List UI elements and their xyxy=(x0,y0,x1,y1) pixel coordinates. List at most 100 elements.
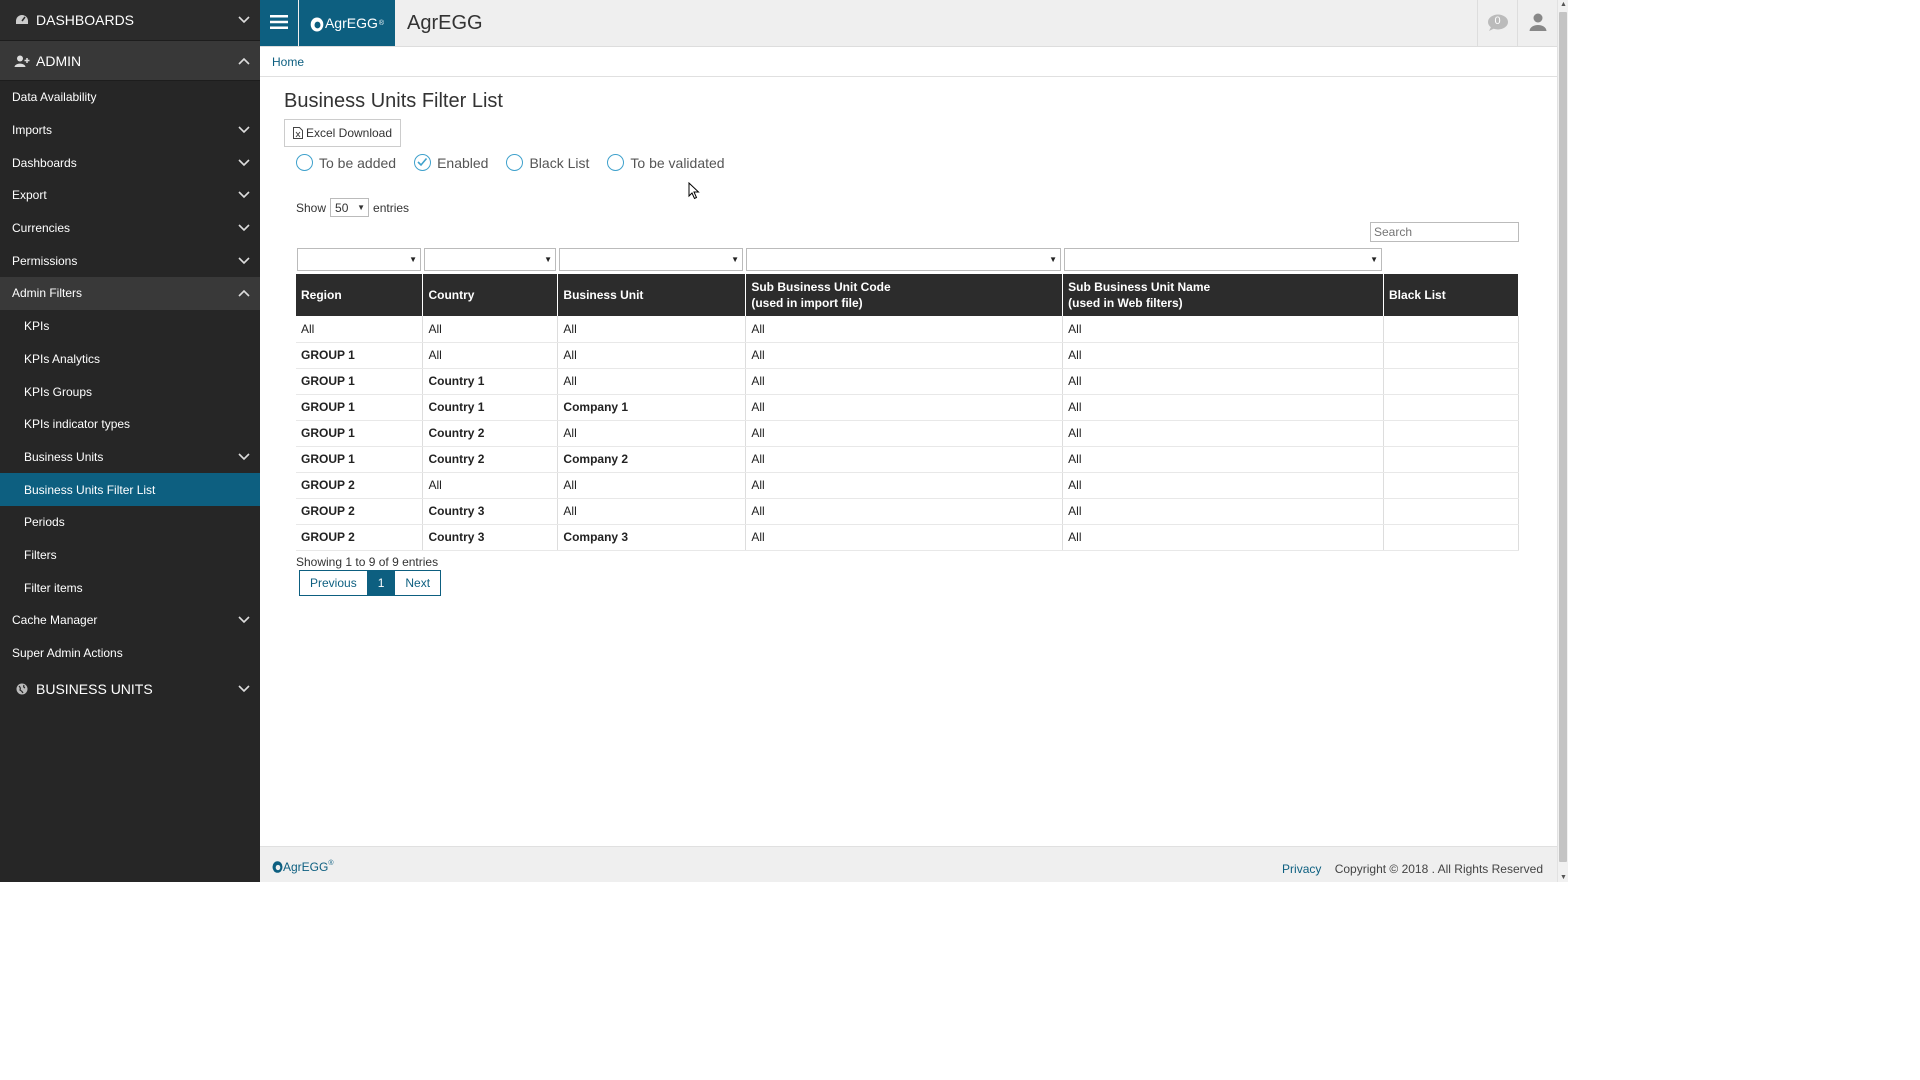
cell-sub-bu-name: All xyxy=(1062,524,1385,551)
logo[interactable]: AgrEGG ® xyxy=(299,0,395,46)
radio-black-list[interactable]: Black List xyxy=(506,154,589,171)
header-label: Black List xyxy=(1389,288,1446,302)
sidebar-section-business-units[interactable]: BUSINESS UNITS xyxy=(0,669,260,710)
search-input[interactable] xyxy=(1370,222,1519,242)
cell-region: GROUP 1 xyxy=(296,420,424,447)
sidebar-section-dashboards[interactable]: DASHBOARDS xyxy=(0,0,260,41)
sidebar-item-kpis-groups[interactable]: KPIs Groups xyxy=(0,375,260,408)
table-row[interactable]: GROUP 2 Country 3 All All All xyxy=(296,498,1519,525)
user-menu-button[interactable] xyxy=(1517,0,1557,46)
cell-business-unit: All xyxy=(557,368,747,395)
column-header-black-list[interactable]: Black List xyxy=(1383,274,1519,316)
footer-logo[interactable]: AgrEGG® xyxy=(272,860,334,876)
sidebar-item-super-admin-actions[interactable]: Super Admin Actions xyxy=(0,637,260,670)
logo-text: AgrEGG xyxy=(324,15,378,31)
scrollbar-thumb[interactable] xyxy=(1559,12,1567,862)
excel-download-button[interactable]: Excel Download xyxy=(284,119,401,147)
scroll-up-arrow-icon[interactable]: ▲ xyxy=(1560,1,1567,8)
column-header-business-unit[interactable]: Business Unit xyxy=(557,274,747,316)
table-row[interactable]: GROUP 1 Country 2 Company 2 All All xyxy=(296,446,1519,473)
radio-circle[interactable] xyxy=(296,154,313,171)
scroll-down-arrow-icon[interactable]: ▼ xyxy=(1560,874,1567,881)
sidebar-item-dashboards[interactable]: Dashboards xyxy=(0,146,260,179)
sidebar-item-label: Filters xyxy=(24,547,57,562)
breadcrumb-home[interactable]: Home xyxy=(272,55,304,69)
sidebar-item-kpis-analytics[interactable]: KPIs Analytics xyxy=(0,343,260,376)
table-row[interactable]: GROUP 1 Country 1 Company 1 All All xyxy=(296,394,1519,421)
sidebar-item-admin-filters[interactable]: Admin Filters xyxy=(0,277,260,310)
sidebar-item-label: Business Units xyxy=(24,449,104,464)
radio-label: To be validated xyxy=(630,154,725,171)
entries-select[interactable]: 50 ▼ xyxy=(330,198,370,217)
sub-bu-code-filter-select[interactable]: ▼ xyxy=(746,248,1061,271)
egg-icon xyxy=(310,15,324,32)
sub-bu-name-filter-select[interactable]: ▼ xyxy=(1064,248,1382,271)
cell-sub-bu-name: All xyxy=(1062,420,1385,447)
breadcrumb-divider xyxy=(260,76,1557,77)
radio-to-be-validated[interactable]: To be validated xyxy=(607,154,725,171)
chevron-up-icon xyxy=(238,57,250,65)
page-scrollbar[interactable]: ▲ ▼ xyxy=(1557,0,1568,882)
chevron-down-icon xyxy=(238,616,250,624)
table-row[interactable]: GROUP 1 All All All All xyxy=(296,342,1519,369)
sidebar-item-business-units[interactable]: Business Units xyxy=(0,441,260,474)
radio-label: Black List xyxy=(529,154,590,171)
sidebar-item-periods[interactable]: Periods xyxy=(0,506,260,539)
logo-mark: ® xyxy=(378,19,385,27)
privacy-link[interactable]: Privacy xyxy=(1282,862,1321,876)
cell-country: Country 2 xyxy=(422,446,559,473)
radio-circle-checked[interactable] xyxy=(414,154,432,171)
sidebar-section-label: DASHBOARDS xyxy=(36,12,135,28)
sidebar-item-filters[interactable]: Filters xyxy=(0,539,260,572)
sidebar-item-label: Cache Manager xyxy=(12,613,98,628)
sidebar-item-business-units-filter-list[interactable]: Business Units Filter List xyxy=(0,473,260,506)
caret-down-icon: ▼ xyxy=(544,255,552,264)
column-header-sub-bu-name[interactable]: Sub Business Unit Name (used in Web filte… xyxy=(1062,274,1385,316)
footer: AgrEGG® Privacy Copyright © 2018 . All R… xyxy=(260,846,1557,882)
column-header-region[interactable]: Region xyxy=(296,274,424,316)
sidebar-item-cache-manager[interactable]: Cache Manager xyxy=(0,604,260,637)
cell-black-list xyxy=(1383,394,1519,421)
cell-business-unit: Company 3 xyxy=(557,524,747,551)
pagination: Previous 1 Next xyxy=(299,570,442,596)
table-row[interactable]: GROUP 1 Country 2 All All All xyxy=(296,420,1519,447)
radio-enabled[interactable]: Enabled xyxy=(414,154,488,171)
sidebar-item-export[interactable]: Export xyxy=(0,179,260,212)
cell-business-unit: Company 2 xyxy=(557,446,747,473)
caret-down-icon: ▼ xyxy=(409,255,417,264)
sidebar-item-kpis[interactable]: KPIs xyxy=(0,310,260,343)
header-sublabel: (used in Web filters) xyxy=(1068,296,1183,310)
table-row[interactable]: GROUP 1 Country 1 All All All xyxy=(296,368,1519,395)
country-filter-select[interactable]: ▼ xyxy=(424,248,556,271)
sidebar-item-label: KPIs indicator types xyxy=(24,417,131,432)
table-row[interactable]: GROUP 2 All All All All xyxy=(296,472,1519,499)
radio-circle[interactable] xyxy=(607,154,625,171)
cell-sub-bu-code: All xyxy=(745,498,1064,525)
page-1-button[interactable]: 1 xyxy=(367,570,395,596)
sidebar-item-currencies[interactable]: Currencies xyxy=(0,212,260,245)
next-page-button[interactable]: Next xyxy=(394,570,442,596)
business-unit-filter-select[interactable]: ▼ xyxy=(559,248,743,271)
column-header-country[interactable]: Country xyxy=(422,274,559,316)
radio-circle[interactable] xyxy=(506,154,524,171)
table-row[interactable]: All All All All All xyxy=(296,316,1519,343)
chevron-down-icon xyxy=(238,453,250,461)
entries-label: entries xyxy=(373,200,410,215)
sidebar-item-kpis-indicator-types[interactable]: KPIs indicator types xyxy=(0,408,260,441)
cell-black-list xyxy=(1383,342,1519,369)
sidebar-section-admin[interactable]: ADMIN xyxy=(0,41,260,81)
cell-country: All xyxy=(422,472,559,499)
caret-down-icon: ▼ xyxy=(731,255,739,264)
sidebar-item-data-availability[interactable]: Data Availability xyxy=(0,81,260,114)
menu-toggle-button[interactable] xyxy=(260,0,298,46)
sidebar-item-filter-items[interactable]: Filter items xyxy=(0,571,260,604)
previous-page-button[interactable]: Previous xyxy=(299,570,368,596)
cell-black-list xyxy=(1383,316,1519,343)
table-row[interactable]: GROUP 2 Country 3 Company 3 All All xyxy=(296,524,1519,551)
sidebar-item-imports[interactable]: Imports xyxy=(0,114,260,147)
region-filter-select[interactable]: ▼ xyxy=(297,248,421,271)
radio-to-be-added[interactable]: To be added xyxy=(296,154,396,171)
sidebar-item-permissions[interactable]: Permissions xyxy=(0,244,260,277)
column-header-sub-bu-code[interactable]: Sub Business Unit Code (used in import fi… xyxy=(745,274,1064,316)
notifications-button[interactable]: 0 xyxy=(1477,0,1517,46)
